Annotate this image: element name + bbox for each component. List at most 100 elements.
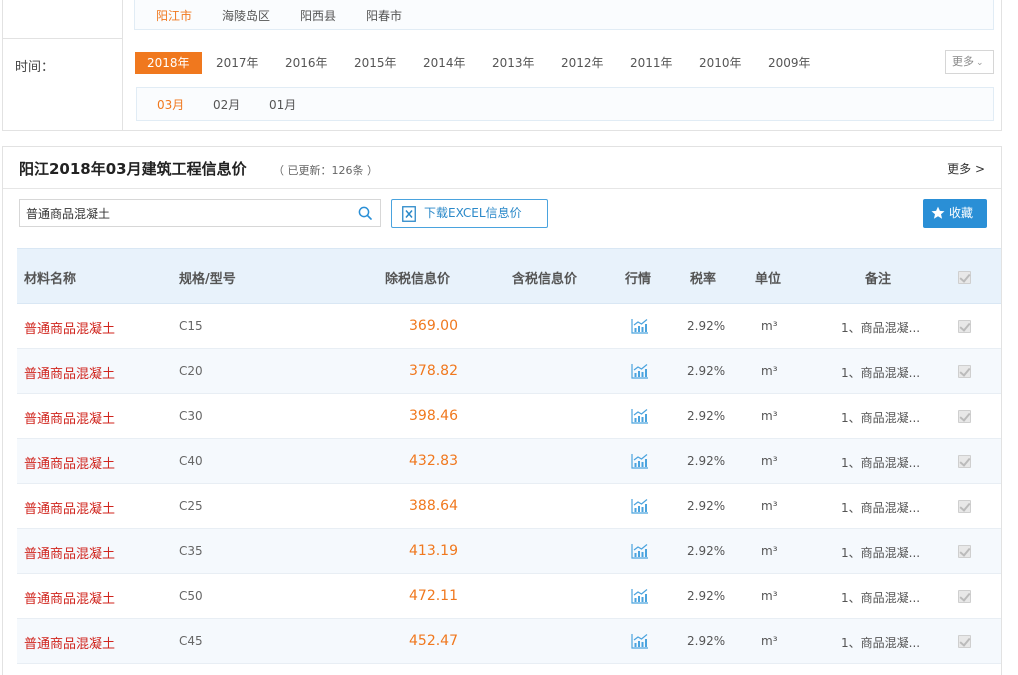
note-cell[interactable]: 1、商品混凝... [841,409,920,426]
material-name-link[interactable]: 普通商品混凝土 [24,543,115,562]
material-name-link[interactable]: 普通商品混凝土 [24,363,115,382]
tax-rate-cell: 2.92% [687,364,726,378]
unit-cell: m³ [761,454,778,468]
filter-row-divider [3,38,123,39]
tax-rate-cell: 2.92% [687,409,726,423]
tax-rate-cell: 2.92% [687,589,726,603]
table-row: 普通商品混凝土 C50 472.11 2.92% m³ 1、商品混凝... [17,574,1001,619]
row-checkbox[interactable] [958,455,971,468]
year-more-button[interactable]: 更多 ⌄ [945,50,994,74]
row-checkbox[interactable] [958,635,971,648]
material-name-link[interactable]: 普通商品混凝土 [24,453,115,472]
unit-cell: m³ [761,364,778,378]
note-cell[interactable]: 1、商品混凝... [841,499,920,516]
material-name-link[interactable]: 普通商品混凝土 [24,498,115,517]
tax-rate-cell: 2.92% [687,634,726,648]
search-box [19,199,381,227]
trend-chart-icon[interactable] [631,318,649,334]
table-row: 普通商品混凝土 C35 413.19 2.92% m³ 1、商品混凝... [17,529,1001,574]
page-title: 阳江2018年03月建筑工程信息价 [19,160,247,178]
header-price-ex-tax: 除税信息价 [385,272,451,287]
row-checkbox[interactable] [958,365,971,378]
note-cell[interactable]: 1、商品混凝... [841,634,920,651]
select-all-checkbox[interactable] [958,271,971,284]
trend-chart-icon[interactable] [631,363,649,379]
month-item-01[interactable]: 01月 [269,96,296,113]
year-filter-row: 2018年 2017年 2016年 2015年 2014年 2013年 2012… [134,52,994,74]
spec-cell: C35 [179,544,203,558]
price-ex-tax-cell: 398.46 [409,408,458,424]
spec-cell: C50 [179,589,203,603]
download-excel-label: 下载EXCEL信息价 [424,206,522,220]
search-input[interactable] [20,200,350,226]
year-item-2012[interactable]: 2012年 [561,52,604,74]
row-checkbox[interactable] [958,410,971,423]
table-header: 材料名称 规格/型号 除税信息价 含税信息价 行情 税率 单位 备注 [17,248,1001,304]
tax-rate-cell: 2.92% [687,544,726,558]
price-table: 材料名称 规格/型号 除税信息价 含税信息价 行情 税率 单位 备注 普通商品混… [17,248,1001,664]
table-row: 普通商品混凝土 C40 432.83 2.92% m³ 1、商品混凝... [17,439,1001,484]
region-item-yangchun[interactable]: 阳春市 [366,7,402,24]
row-checkbox[interactable] [958,590,971,603]
tax-rate-cell: 2.92% [687,319,726,333]
row-checkbox[interactable] [958,320,971,333]
trend-chart-icon[interactable] [631,453,649,469]
year-item-2009[interactable]: 2009年 [768,52,811,74]
trend-chart-icon[interactable] [631,543,649,559]
table-row: 普通商品混凝土 C45 452.47 2.92% m³ 1、商品混凝... [17,619,1001,664]
row-checkbox[interactable] [958,545,971,558]
year-item-2018[interactable]: 2018年 [135,52,202,74]
year-item-2017[interactable]: 2017年 [216,52,259,74]
material-name-link[interactable]: 普通商品混凝土 [24,318,115,337]
unit-cell: m³ [761,409,778,423]
year-item-2011[interactable]: 2011年 [630,52,673,74]
month-item-03[interactable]: 03月 [157,96,184,113]
header-tax-rate: 税率 [690,272,717,287]
trend-chart-icon[interactable] [631,588,649,604]
price-ex-tax-cell: 472.11 [409,588,458,604]
year-item-2016[interactable]: 2016年 [285,52,328,74]
note-cell[interactable]: 1、商品混凝... [841,544,920,561]
table-row: 普通商品混凝土 C25 388.64 2.92% m³ 1、商品混凝... [17,484,1001,529]
note-cell[interactable]: 1、商品混凝... [841,454,920,471]
year-item-2010[interactable]: 2010年 [699,52,742,74]
header-unit: 单位 [755,272,782,287]
note-cell[interactable]: 1、商品混凝... [841,589,920,606]
star-icon [931,206,945,219]
unit-cell: m³ [761,319,778,333]
material-name-link[interactable]: 普通商品混凝土 [24,408,115,427]
price-ex-tax-cell: 452.47 [409,633,458,649]
favorite-button[interactable]: 收藏 [923,199,987,228]
spec-cell: C15 [179,319,203,333]
material-name-link[interactable]: 普通商品混凝土 [24,633,115,652]
row-checkbox[interactable] [958,500,971,513]
note-cell[interactable]: 1、商品混凝... [841,364,920,381]
header-note: 备注 [865,272,892,287]
chevron-down-icon: ⌄ [976,58,984,68]
region-item-yangjiang[interactable]: 阳江市 [156,7,192,24]
material-name-link[interactable]: 普通商品混凝土 [24,588,115,607]
header-spec: 规格/型号 [179,272,236,287]
more-link[interactable]: 更多 > [947,160,985,177]
search-icon[interactable] [358,206,372,220]
price-ex-tax-cell: 388.64 [409,498,458,514]
year-item-2013[interactable]: 2013年 [492,52,535,74]
price-ex-tax-cell: 432.83 [409,453,458,469]
trend-chart-icon[interactable] [631,633,649,649]
spec-cell: C30 [179,409,203,423]
year-item-2014[interactable]: 2014年 [423,52,466,74]
unit-cell: m³ [761,544,778,558]
spec-cell: C40 [179,454,203,468]
price-ex-tax-cell: 413.19 [409,543,458,559]
month-item-02[interactable]: 02月 [213,96,240,113]
region-item-hailingdao[interactable]: 海陵岛区 [222,7,270,24]
trend-chart-icon[interactable] [631,498,649,514]
unit-cell: m³ [761,634,778,648]
download-excel-button[interactable]: 下载EXCEL信息价 [391,199,548,228]
note-cell[interactable]: 1、商品混凝... [841,319,920,336]
region-item-yangxi[interactable]: 阳西县 [300,7,336,24]
trend-chart-icon[interactable] [631,408,649,424]
year-item-2015[interactable]: 2015年 [354,52,397,74]
month-filter-box: 03月 02月 01月 [136,87,994,121]
spec-cell: C20 [179,364,203,378]
